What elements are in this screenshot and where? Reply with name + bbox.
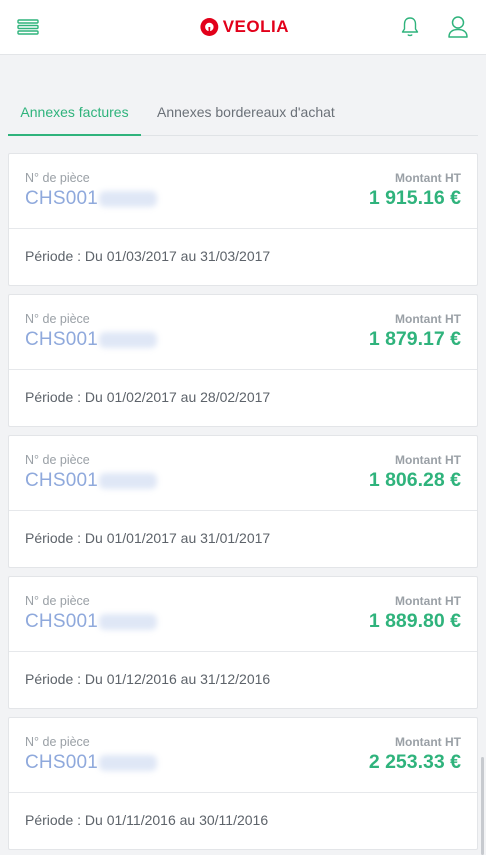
piece-number-value[interactable]: CHS001 [25, 611, 98, 633]
top-bar: VEOLIA [0, 0, 486, 55]
bell-icon[interactable] [400, 16, 420, 38]
veolia-logo[interactable]: VEOLIA [199, 14, 289, 40]
redacted-piece-suffix [99, 473, 158, 489]
piece-number[interactable]: CHS001 [25, 328, 158, 352]
amount-label: Montant HT [395, 312, 461, 326]
piece-number[interactable]: CHS001 [25, 469, 158, 493]
amount-label: Montant HT [395, 453, 461, 467]
veolia-logo-mark [200, 18, 219, 36]
logo-text: VEOLIA [222, 17, 289, 36]
piece-number-value[interactable]: CHS001 [25, 470, 98, 492]
period-text: Période : Du 01/03/2017 au 31/03/2017 [25, 248, 271, 264]
piece-number-label: N° de pièce [25, 171, 90, 185]
piece-number[interactable]: CHS001 [25, 610, 158, 634]
card-divider [9, 510, 477, 511]
redacted-piece-suffix [99, 614, 158, 630]
invoice-card[interactable]: N° de pièce CHS001 Montant HT 1 879.17 €… [8, 294, 478, 427]
piece-number-value[interactable]: CHS001 [25, 188, 98, 210]
piece-number-value[interactable]: CHS001 [25, 752, 98, 774]
tab-bar: Annexes factures Annexes bordereaux d'ac… [8, 96, 478, 136]
invoice-card[interactable]: N° de pièce CHS001 Montant HT 2 253.33 €… [8, 717, 478, 850]
amount-label: Montant HT [395, 735, 461, 749]
amount-label: Montant HT [395, 171, 461, 185]
piece-number-value[interactable]: CHS001 [25, 329, 98, 351]
piece-number[interactable]: CHS001 [25, 751, 158, 775]
amount-value: 1 806.28 € [368, 469, 461, 491]
piece-number[interactable]: CHS001 [25, 187, 158, 211]
hamburger-menu-icon[interactable] [17, 18, 39, 36]
piece-number-label: N° de pièce [25, 735, 90, 749]
period-text: Période : Du 01/02/2017 au 28/02/2017 [25, 389, 271, 405]
invoice-card[interactable]: N° de pièce CHS001 Montant HT 1 915.16 €… [8, 153, 478, 286]
amount-value: 1 915.16 € [368, 187, 461, 209]
amount-label: Montant HT [395, 594, 461, 608]
period-text: Période : Du 01/12/2016 au 31/12/2016 [25, 671, 271, 687]
invoice-card[interactable]: N° de pièce CHS001 Montant HT 1 889.80 €… [8, 576, 478, 709]
amount-value: 1 879.17 € [368, 328, 461, 350]
redacted-piece-suffix [99, 755, 158, 771]
piece-number-label: N° de pièce [25, 453, 90, 467]
invoice-card[interactable]: N° de pièce CHS001 Montant HT 1 806.28 €… [8, 435, 478, 568]
tab-annexes-factures[interactable]: Annexes factures [8, 96, 141, 136]
tab-annexes-bordereaux-achat[interactable]: Annexes bordereaux d'achat [157, 96, 335, 136]
user-icon[interactable] [447, 15, 469, 39]
card-divider [9, 792, 477, 793]
card-divider [9, 228, 477, 229]
period-text: Période : Du 01/01/2017 au 31/01/2017 [25, 530, 271, 546]
amount-value: 1 889.80 € [368, 610, 461, 632]
amount-value: 2 253.33 € [368, 751, 461, 773]
piece-number-label: N° de pièce [25, 312, 90, 326]
card-divider [9, 651, 477, 652]
redacted-piece-suffix [99, 191, 158, 207]
scrollbar[interactable] [481, 757, 484, 855]
piece-number-label: N° de pièce [25, 594, 90, 608]
card-divider [9, 369, 477, 370]
redacted-piece-suffix [99, 332, 158, 348]
period-text: Période : Du 01/11/2016 au 30/11/2016 [25, 812, 269, 828]
